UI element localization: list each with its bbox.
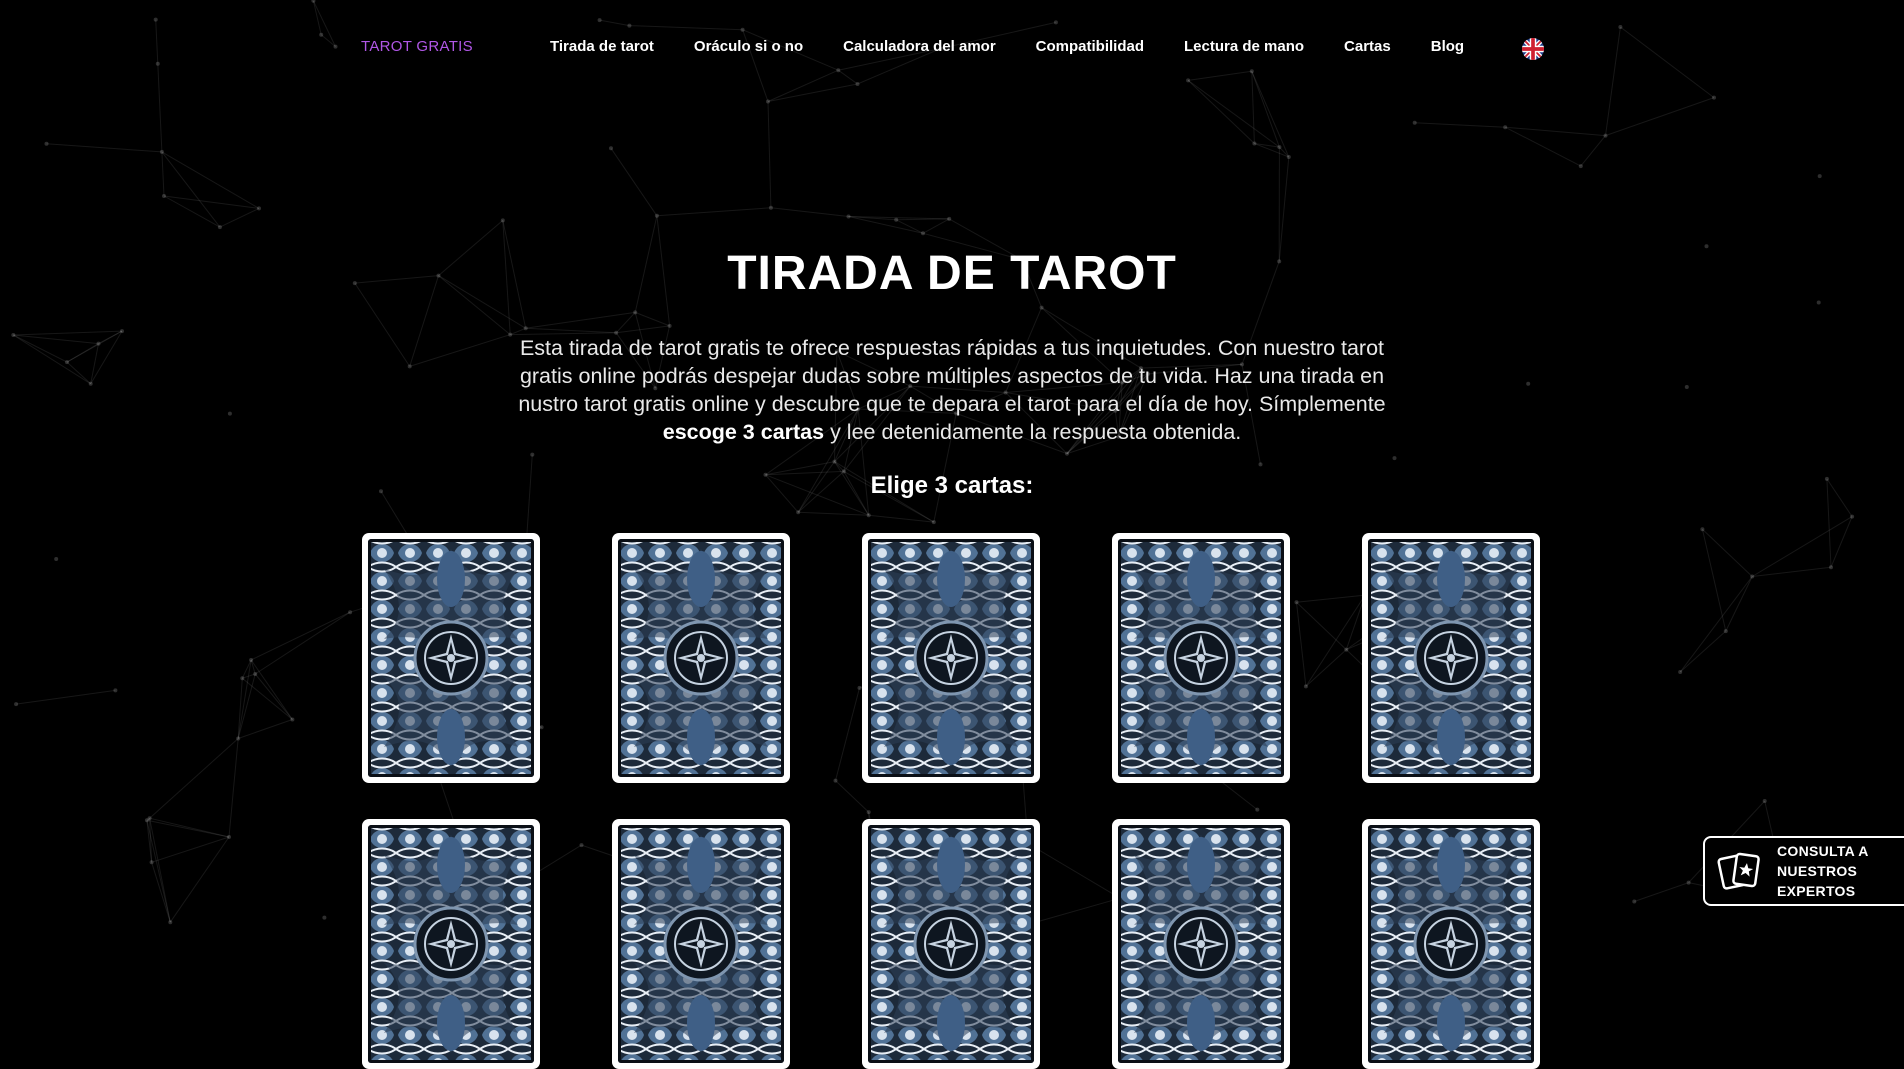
brand-logo-link[interactable]: TAROT GRATIS	[361, 38, 473, 55]
nav-cartas[interactable]: Cartas	[1344, 38, 1391, 55]
top-navigation: TAROT GRATIS Tirada de tarot Oráculo si …	[0, 0, 1904, 96]
tarot-card-back-art	[368, 825, 534, 1063]
tarot-card-back[interactable]	[362, 533, 540, 783]
nav-calculadora-del-amor[interactable]: Calculadora del amor	[843, 38, 996, 55]
nav-tirada-de-tarot[interactable]: Tirada de tarot	[550, 38, 654, 55]
uk-flag-icon[interactable]	[1522, 38, 1544, 60]
nav-menu: Tirada de tarot Oráculo si o no Calculad…	[550, 38, 1504, 56]
nav-blog[interactable]: Blog	[1431, 38, 1464, 55]
tarot-card-back-art	[618, 539, 784, 777]
tarot-card-back[interactable]	[612, 533, 790, 783]
intro-text-emphasis: escoge 3 cartas	[663, 420, 824, 444]
tarot-card-back-art	[1368, 539, 1534, 777]
page-title: TIRADA DE TAROT	[0, 246, 1904, 301]
tarot-card-back-art	[618, 825, 784, 1063]
tarot-card-back-art	[1118, 539, 1284, 777]
intro-text-end: y lee detenidamente la respuesta obtenid…	[824, 420, 1241, 444]
tarot-card-back[interactable]	[1112, 819, 1290, 1069]
tarot-card-back-art	[868, 539, 1034, 777]
tarot-card-back-art	[1118, 825, 1284, 1063]
nav-lectura-de-mano[interactable]: Lectura de mano	[1184, 38, 1304, 55]
consult-experts-label: CONSULTA A NUESTROS EXPERTOS	[1777, 841, 1869, 901]
tarot-card-back[interactable]	[612, 819, 790, 1069]
tarot-card-back[interactable]	[1362, 819, 1540, 1069]
nav-oraculo-si-o-no[interactable]: Oráculo si o no	[694, 38, 803, 55]
intro-text-start: Esta tirada de tarot gratis te ofrece re…	[518, 336, 1385, 416]
tarot-card-back-art	[1368, 825, 1534, 1063]
tarot-card-back[interactable]	[1112, 533, 1290, 783]
consult-experts-button[interactable]: CONSULTA A NUESTROS EXPERTOS	[1703, 836, 1904, 906]
tarot-card-back[interactable]	[362, 819, 540, 1069]
card-grid	[362, 533, 1542, 1069]
tarot-card-back-art	[368, 539, 534, 777]
tarot-card-back[interactable]	[1362, 533, 1540, 783]
tarot-cards-icon	[1715, 849, 1767, 893]
tarot-card-back[interactable]	[862, 819, 1040, 1069]
choose-cards-label: Elige 3 cartas:	[0, 472, 1904, 500]
nav-compatibilidad[interactable]: Compatibilidad	[1036, 38, 1144, 55]
intro-paragraph: Esta tirada de tarot gratis te ofrece re…	[495, 334, 1409, 446]
tarot-card-back-art	[868, 825, 1034, 1063]
tarot-card-back[interactable]	[862, 533, 1040, 783]
